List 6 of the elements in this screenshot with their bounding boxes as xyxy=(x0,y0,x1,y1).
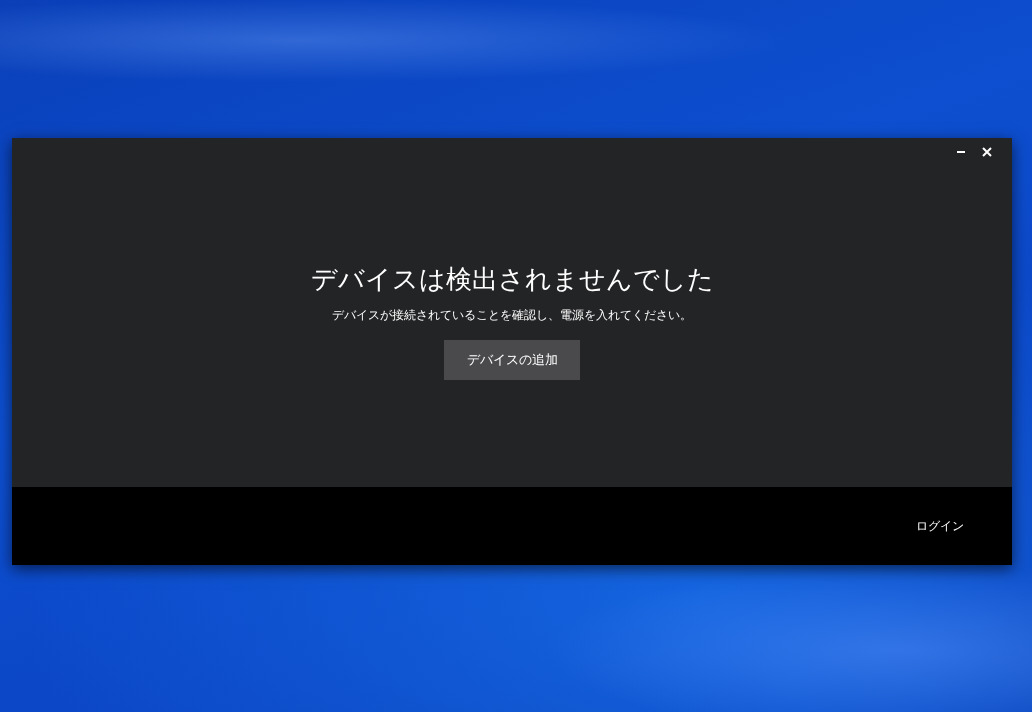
dialog-message: デバイスが接続されていることを確認し、電源を入れてください。 xyxy=(332,307,692,324)
add-device-button[interactable]: デバイスの追加 xyxy=(444,340,580,380)
close-icon xyxy=(982,147,992,157)
minimize-icon xyxy=(957,150,965,154)
dialog-heading: デバイスは検出されませんでした xyxy=(310,263,714,296)
login-link[interactable]: ログイン xyxy=(916,517,964,535)
